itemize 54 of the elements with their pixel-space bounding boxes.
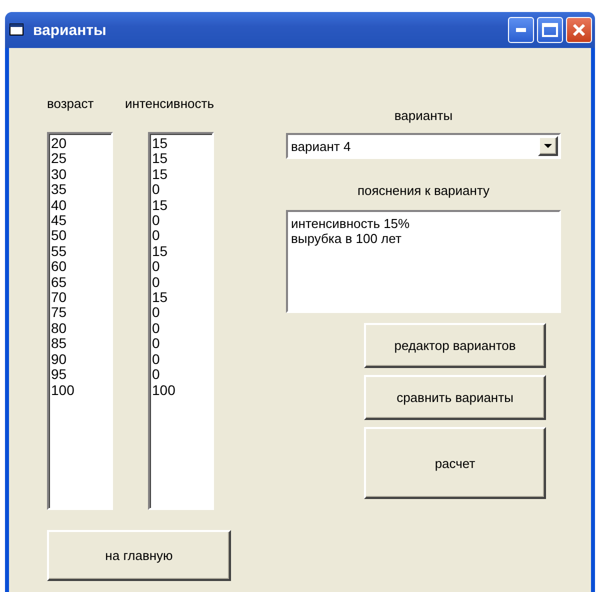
list-item[interactable]: 65 [51,274,67,290]
caret-icon [544,144,552,148]
action-button[interactable]: расчет [364,427,546,499]
action-button[interactable]: сравнить варианты [364,375,546,420]
list-item[interactable]: 0 [152,352,160,368]
action-button[interactable]: редактор вариантов [364,323,546,368]
minimize-icon [516,28,526,32]
variant-dropdown[interactable]: вариант 4 [286,133,561,159]
close-button[interactable] [566,17,592,43]
list-item[interactable]: 15 [152,244,168,260]
list-item[interactable]: 100 [51,382,74,398]
list-item[interactable]: 15 [152,136,168,152]
list-item[interactable]: 0 [152,228,160,244]
window-title: варианты [33,22,108,38]
list-item[interactable]: 40 [51,198,67,214]
list-item[interactable]: 15 [152,166,168,182]
list-item[interactable]: 55 [51,244,67,260]
list-item[interactable]: 15 [152,151,168,167]
list-item[interactable]: 15 [152,198,168,214]
list-item[interactable]: 15 [152,290,168,306]
dropdown-button[interactable] [538,136,558,156]
list-item[interactable]: 70 [51,290,67,306]
list-item[interactable]: 20 [51,136,67,152]
close-icon [572,23,586,37]
notes-field[interactable]: интенсивность 15% вырубка в 100 лет [286,210,561,313]
list-item[interactable]: 35 [51,182,67,198]
list-item[interactable]: 0 [152,274,160,290]
maximize-button[interactable] [537,17,563,43]
home-button[interactable]: на главную [47,530,231,581]
list-item[interactable]: 45 [51,213,67,228]
list-item[interactable]: 60 [51,259,67,275]
list-item[interactable]: 0 [152,367,160,382]
list-item[interactable]: 85 [51,336,67,352]
field-label: пояснения к варианту [357,183,490,198]
list-item[interactable]: 0 [152,182,160,198]
list-item[interactable]: 25 [51,151,67,167]
list-item[interactable]: 50 [51,228,67,244]
list-item[interactable]: 95 [51,367,67,382]
list-item[interactable]: 100 [152,382,176,398]
list-item[interactable]: 0 [152,336,160,352]
list-item[interactable]: 0 [152,213,160,228]
list-item[interactable]: 0 [152,259,160,275]
maximize-icon [542,23,558,37]
minimize-button[interactable] [508,17,534,43]
list-item[interactable]: 90 [51,352,67,368]
list-item[interactable]: 75 [51,305,67,321]
list-item[interactable]: 30 [51,166,67,182]
list-item[interactable]: 80 [51,320,67,336]
list-item[interactable]: 0 [152,305,160,321]
column-label: возраст [47,96,94,113]
field-label: варианты [394,108,453,123]
list-item[interactable]: 0 [152,320,160,336]
column-label: интенсивность [125,96,214,113]
window-icon [9,23,25,37]
